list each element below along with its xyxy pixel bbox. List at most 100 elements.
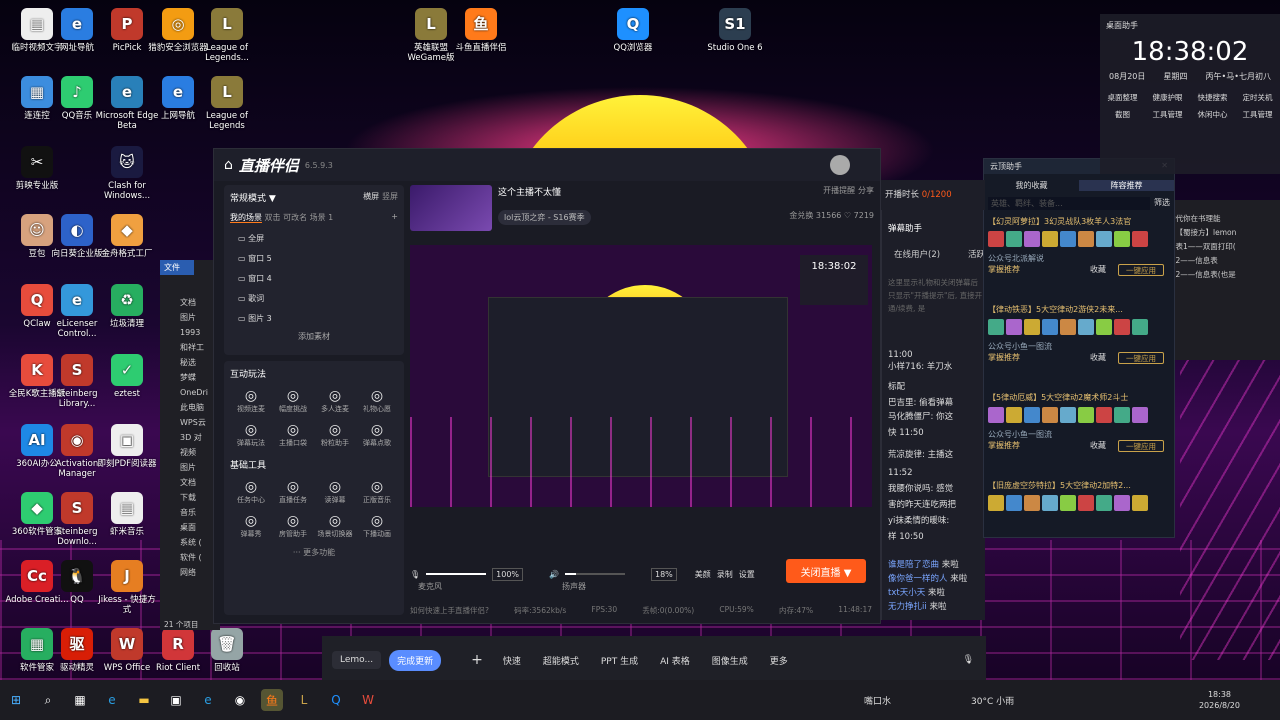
app-titlebar[interactable]: ⌂ 直播伴侣 6.5.9.3	[214, 149, 880, 181]
browser-tab[interactable]: Lemo...	[332, 651, 382, 669]
source-item[interactable]: ▭ 图片 3	[230, 309, 398, 329]
stream-title[interactable]: 这个主播不太懂	[498, 185, 561, 198]
champion-icon[interactable]	[988, 495, 1004, 511]
interact-item[interactable]: ◎ 礼物心愿	[356, 388, 398, 414]
desktop-icon[interactable]: ▣ 即刻PDF阅读器	[94, 424, 160, 469]
beauty-button[interactable]: 美颜	[695, 569, 711, 580]
interact-item[interactable]: ◎ 粉粒助手	[314, 422, 356, 448]
ai-tool-button[interactable]: PPT 生成	[601, 654, 638, 667]
champion-icon[interactable]	[1096, 407, 1112, 423]
tools-item[interactable]: ◎ 场景切换器	[314, 513, 356, 539]
portrait-toggle[interactable]: 竖屏	[382, 192, 398, 201]
champion-icon[interactable]	[1060, 231, 1076, 247]
tray-date[interactable]: 2026/8/20	[1199, 700, 1240, 711]
champion-icon[interactable]	[1132, 495, 1148, 511]
chat-preview-line[interactable]: 用【蜀接方】lemon	[1168, 226, 1280, 240]
champion-icon[interactable]	[1132, 319, 1148, 335]
speaker-icon[interactable]: 🔊	[549, 570, 559, 579]
chat-preview-line[interactable]: 时代你在书理能	[1168, 212, 1280, 226]
weather[interactable]: 30°C 小雨	[971, 694, 1014, 707]
source-item[interactable]: ▭ 窗口 5	[230, 249, 398, 269]
danmaku-line[interactable]: 11:00	[888, 350, 913, 360]
lineup-card[interactable]: 【旧庞虚空莎特拉】5大空律动2加特2...	[988, 480, 1170, 517]
tools-item[interactable]: ◎ 任务中心	[230, 479, 272, 505]
tab-recommended[interactable]: 阵容推荐	[1079, 180, 1174, 191]
danmaku-line[interactable]: 我腰你说吗: 感觉	[888, 482, 953, 494]
follow-reminder[interactable]: 开播提醒	[823, 186, 855, 195]
user-avatar[interactable]	[830, 155, 850, 175]
edge-taskbar-icon[interactable]: e	[101, 689, 123, 711]
champion-icon[interactable]	[1024, 495, 1040, 511]
search-icon[interactable]: ⌕	[37, 689, 59, 711]
tools-item[interactable]: ◎ 房管助手	[272, 513, 314, 539]
tools-item[interactable]: ◎ 读弹幕	[314, 479, 356, 505]
desktop-icon[interactable]: 🐱 Clash for Windows...	[94, 146, 160, 201]
danmaku-line[interactable]: 巴吉里: 偷看弹幕	[888, 396, 953, 408]
desktop-icon[interactable]: ▤ 虾米音乐	[94, 492, 160, 537]
apply-lineup-button[interactable]: 一键应用	[1118, 264, 1164, 276]
danmaku-line[interactable]: 荒凉旋律: 主播这	[888, 448, 953, 460]
landscape-toggle[interactable]: 横屏	[363, 192, 379, 201]
mic-input-icon[interactable]: 🎙	[963, 655, 974, 665]
widget-action[interactable]: 工具管理	[1145, 109, 1190, 120]
lineup-card[interactable]: 【5律动厄威】5大空律动2魔术师2斗士 公众号小鱼一图流 掌握推荐 收藏 一键应用	[988, 392, 1170, 454]
danmaku-line[interactable]: 马化腾僵尸: 你这	[888, 410, 953, 422]
widget-action[interactable]: 工具管理	[1235, 109, 1280, 120]
chat-notice-tray[interactable]: 嘴口水	[864, 694, 891, 707]
store-taskbar-icon[interactable]: ▣	[165, 689, 187, 711]
champion-icon[interactable]	[1132, 407, 1148, 423]
favorite-button[interactable]: 收藏	[1090, 353, 1106, 362]
champion-icon[interactable]	[988, 407, 1004, 423]
ai-tool-button[interactable]: 快速	[503, 654, 521, 667]
browser-ai-bar[interactable]: Lemo... 完成更新 + 快速 超能模式 PPT 生成 AI 表格 图像生成 更多 🎙	[322, 636, 986, 684]
source-item[interactable]: ▭ 窗口 4	[230, 269, 398, 289]
champion-icon[interactable]	[1078, 319, 1094, 335]
champion-icon[interactable]	[1078, 231, 1094, 247]
champion-icon[interactable]	[1114, 495, 1130, 511]
entry-line[interactable]: 像你爸一样的人 来啦	[888, 572, 967, 584]
champion-icon[interactable]	[1042, 231, 1058, 247]
desktop-icon[interactable]: L League of Legends	[194, 76, 260, 131]
task-view-icon[interactable]: ▦	[69, 689, 91, 711]
stream-thumbnail[interactable]	[410, 185, 492, 231]
chat-preview-line[interactable]: 表2——信息表(也是	[1168, 268, 1280, 282]
ai-tool-button[interactable]: 图像生成	[712, 654, 748, 667]
interact-item[interactable]: ◎ 视频连麦	[230, 388, 272, 414]
entry-line[interactable]: 无力挣扎ii 来啦	[888, 600, 946, 612]
tray-time[interactable]: 18:38	[1199, 689, 1240, 700]
champion-icon[interactable]	[988, 231, 1004, 247]
source-item[interactable]: ▭ 全屏	[230, 229, 398, 249]
chat-window-behind[interactable]: 时代你在书理能 用【蜀接方】lemon 请表1——双面打印(表2——信息表 表2——信…	[1168, 200, 1280, 360]
champion-icon[interactable]	[1132, 231, 1148, 247]
online-users-tab[interactable]: 在线用户(2)	[894, 248, 940, 260]
favorite-button[interactable]: 收藏	[1090, 441, 1106, 450]
ai-tool-button[interactable]: 超能模式	[543, 654, 579, 667]
obs-taskbar-icon[interactable]: ◉	[229, 689, 251, 711]
help-tip[interactable]: 如何快速上手直播伴侣?	[410, 605, 489, 616]
speaker-volume[interactable]: 18%	[651, 567, 677, 581]
explorer-tab[interactable]: 文件	[160, 260, 194, 275]
champion-icon[interactable]	[1060, 495, 1076, 511]
lol-taskbar-icon[interactable]: L	[293, 689, 315, 711]
category-tag[interactable]: lol云顶之弈 - S16赛季	[498, 210, 591, 225]
lineup-card[interactable]: 【幻灵阿萝拉】3幻灵战队3枚羊人3法官 公众号北派解说 掌握推荐 收藏 一键应用	[988, 216, 1170, 278]
source-item[interactable]: ▭ 歌词	[230, 289, 398, 309]
file-explorer-window[interactable]: 文件 文档 图片 1993 和祥工 秘选 梦蝶 OneDri 此电脑 WPS云 3D 对视频 图片文…	[160, 260, 220, 630]
helper-search[interactable]: 英雄、羁绊、装备...	[988, 197, 1150, 210]
champion-icon[interactable]	[1060, 407, 1076, 423]
champion-icon[interactable]	[1024, 319, 1040, 335]
more-features-link[interactable]: ··· 更多功能	[230, 547, 398, 558]
widget-action[interactable]: 快捷搜索	[1190, 92, 1235, 103]
record-button[interactable]: 录制	[717, 569, 733, 580]
danmaku-panel[interactable]: 弹幕助手 在线用户(2) 活跃 这里显示礼物和关闭弹幕后只显示"开播提示"后, …	[881, 180, 985, 620]
speaker-slider[interactable]	[565, 573, 625, 575]
entry-line[interactable]: 谁是陪了恋曲 来啦	[888, 558, 959, 570]
champion-icon[interactable]	[1114, 231, 1130, 247]
add-scene-icon[interactable]: +	[391, 212, 398, 221]
desktop-icon[interactable]: Q QQ浏览器	[600, 8, 666, 53]
share-button[interactable]: 分享	[858, 186, 874, 195]
close-stream-button[interactable]: 关闭直播 ▼	[786, 559, 866, 583]
champion-icon[interactable]	[1006, 319, 1022, 335]
explorer-taskbar-icon[interactable]: ▬	[133, 689, 155, 711]
mic-icon[interactable]: 🎙	[410, 570, 420, 579]
